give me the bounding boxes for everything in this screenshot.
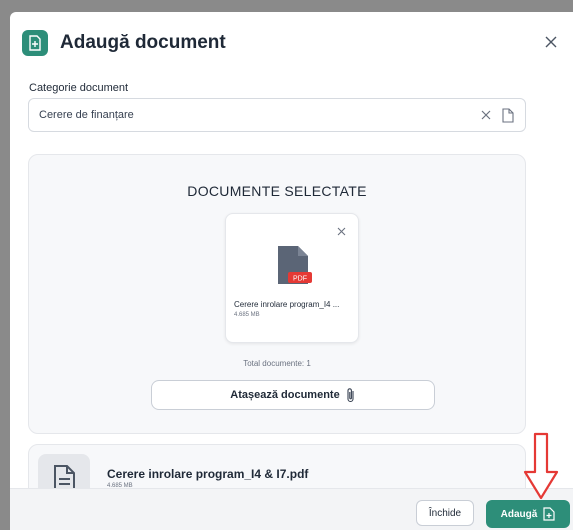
- dialog-footer: Închide Adaugă: [10, 488, 573, 530]
- selected-documents-heading: DOCUMENTE SELECTATE: [187, 183, 367, 199]
- close-button[interactable]: Închide: [416, 500, 474, 526]
- file-plus-icon: [22, 30, 48, 56]
- attach-documents-button[interactable]: Atașează documente: [151, 380, 435, 410]
- selected-file-size: 4.685 MB: [234, 312, 260, 318]
- add-document-dialog: Adaugă document Categorie document Cerer…: [10, 12, 573, 530]
- list-item-name: Cerere inrolare program_I4 & I7.pdf: [107, 467, 309, 481]
- attach-documents-label: Atașează documente: [230, 389, 340, 401]
- file-plus-icon: [543, 507, 555, 521]
- pdf-badge-text: PDF: [293, 276, 307, 283]
- total-documents: Total documente: 1: [243, 359, 311, 368]
- dialog-title: Adaugă document: [60, 32, 226, 53]
- category-label: Categorie document: [29, 82, 129, 94]
- category-select[interactable]: Cerere de finanțare: [28, 98, 526, 132]
- close-dialog-icon[interactable]: [543, 34, 559, 50]
- arrow-down-icon: [523, 432, 559, 500]
- clear-icon[interactable]: [479, 108, 493, 122]
- selected-file-name: Cerere inrolare program_I4 ...: [234, 300, 340, 309]
- dialog-header: Adaugă document: [10, 12, 573, 72]
- remove-file-icon[interactable]: [336, 226, 346, 236]
- paperclip-icon: [347, 388, 354, 403]
- pdf-file-icon: PDF: [278, 246, 312, 284]
- document-icon[interactable]: [501, 107, 515, 123]
- add-button-label: Adaugă: [500, 508, 538, 520]
- selected-file-card: PDF Cerere inrolare program_I4 ... 4.685…: [225, 213, 359, 343]
- category-value: Cerere de finanțare: [39, 109, 134, 121]
- add-button[interactable]: Adaugă: [486, 500, 570, 528]
- selected-documents-panel: DOCUMENTE SELECTATE PDF Cerere inrolare …: [28, 154, 526, 434]
